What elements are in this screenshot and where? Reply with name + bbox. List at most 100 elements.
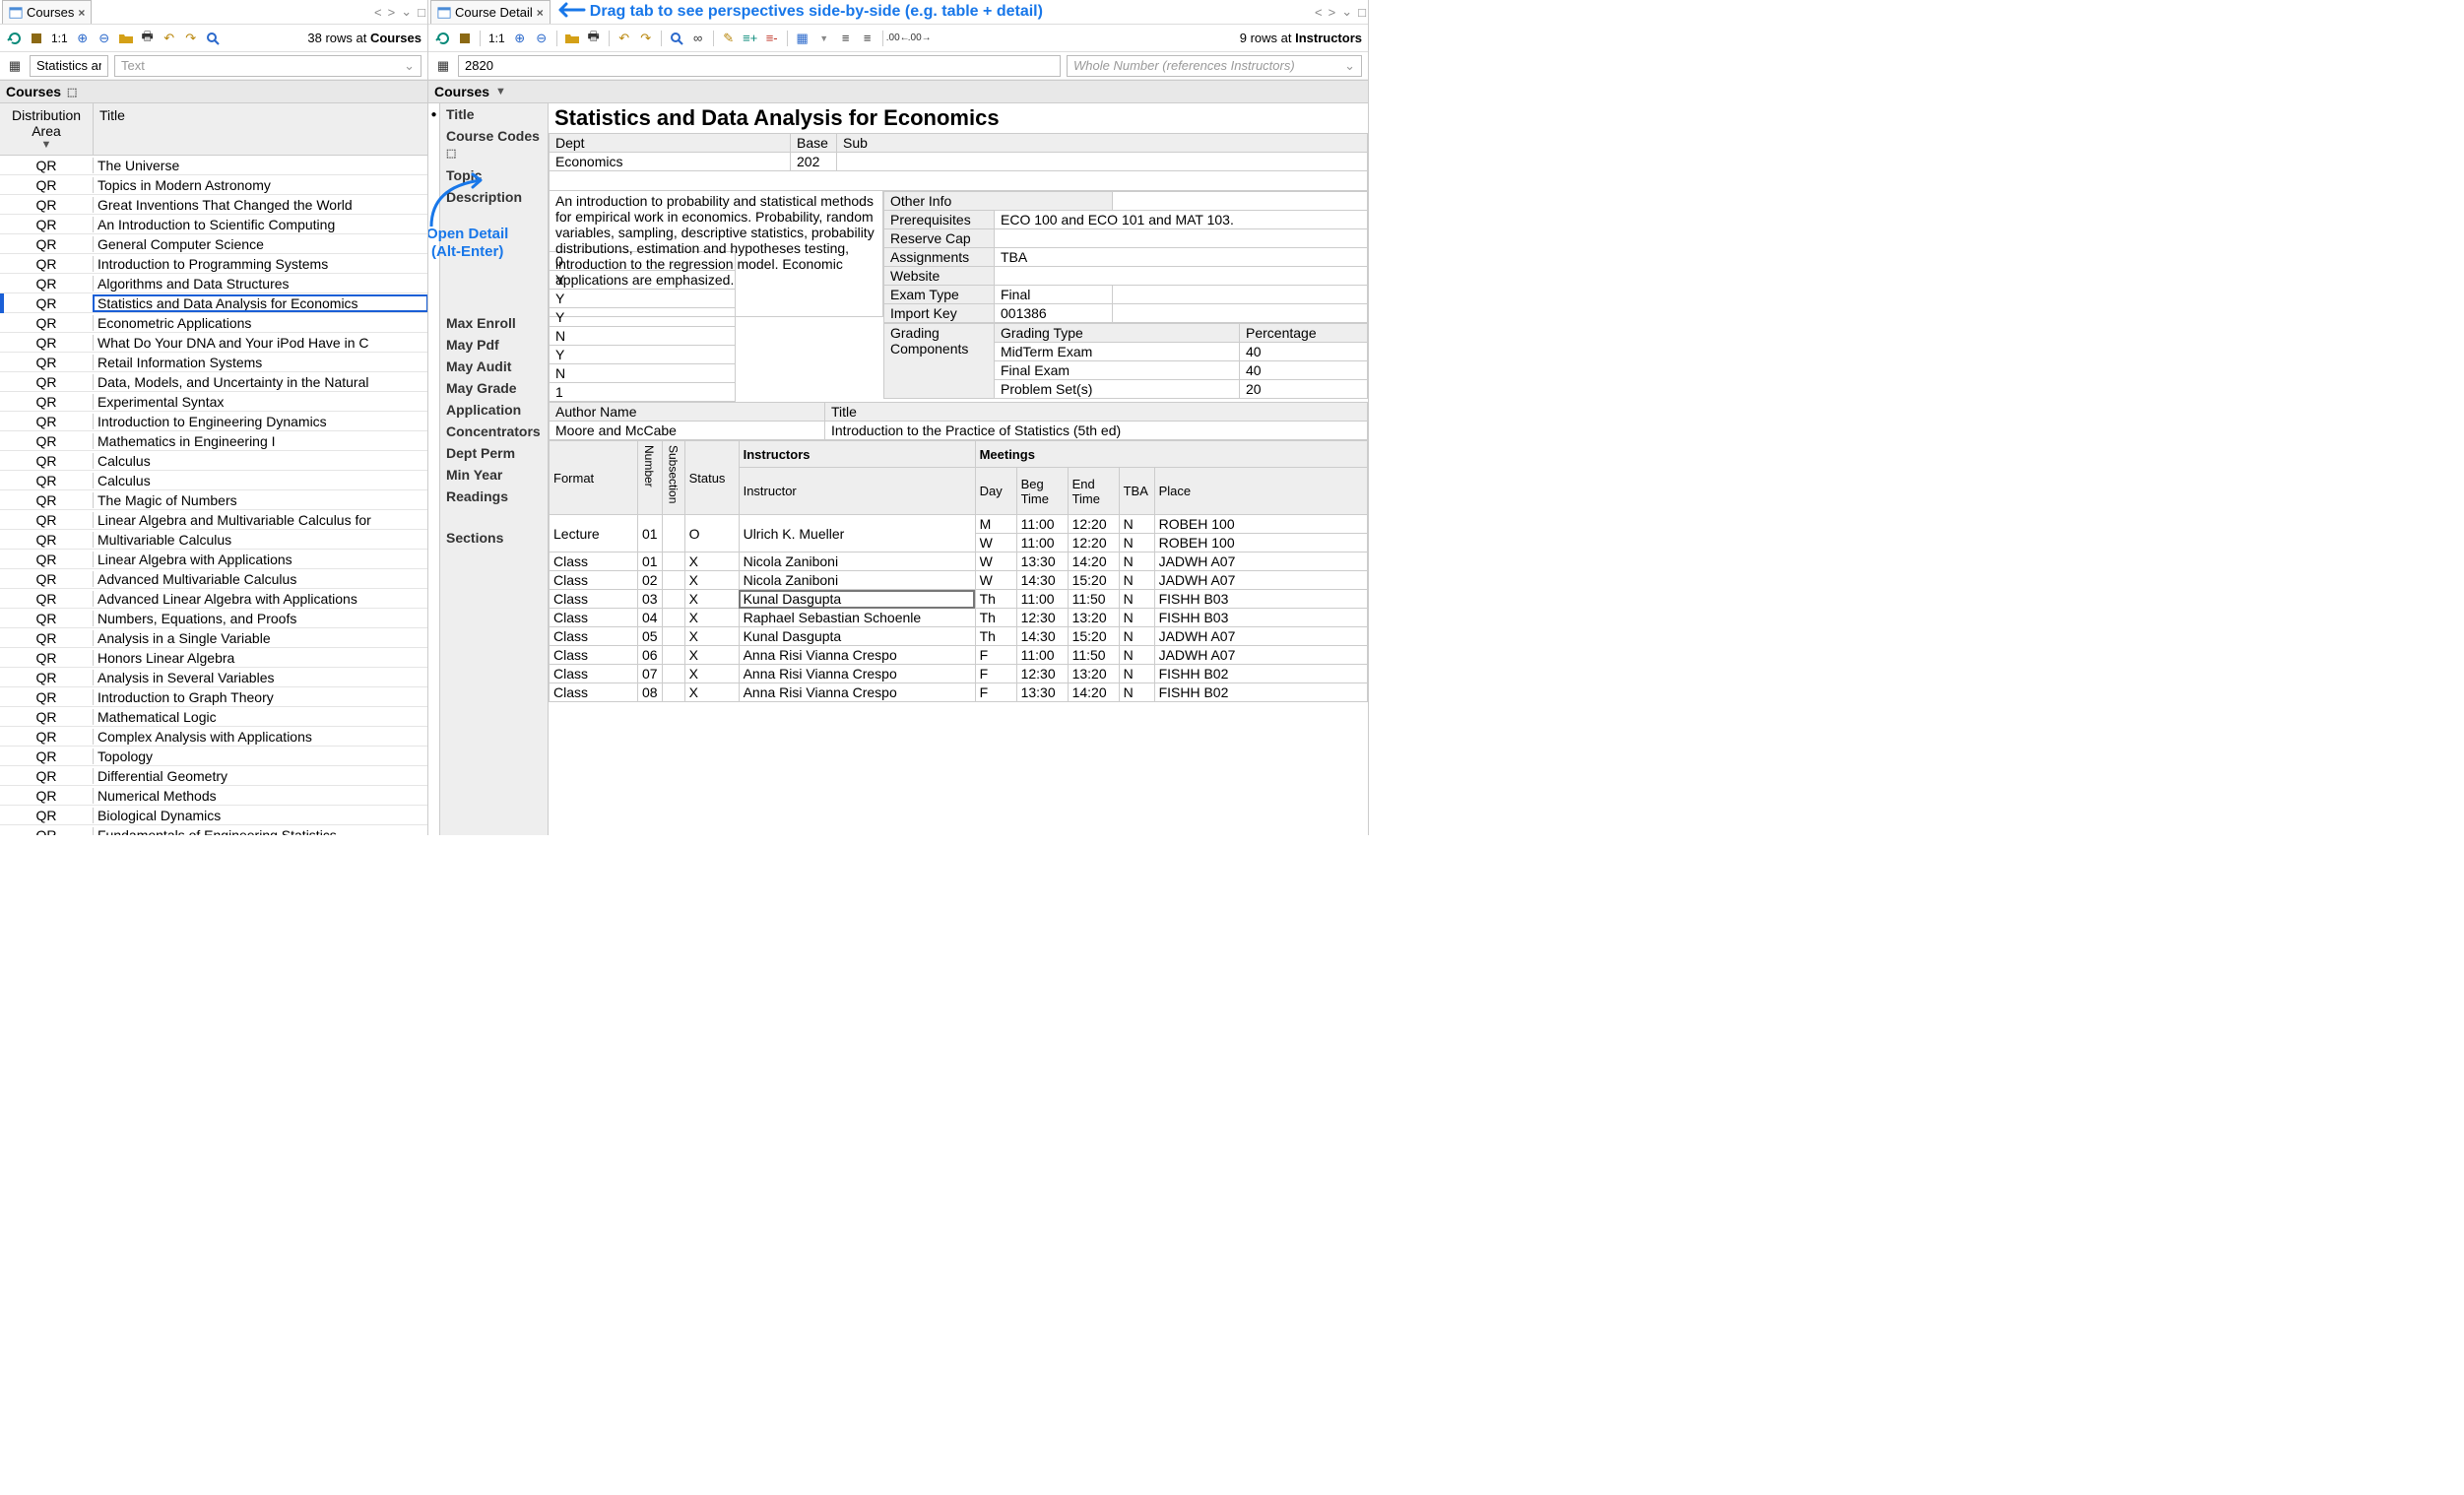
grading-type[interactable]: Final Exam <box>995 361 1240 380</box>
format-cell[interactable]: Lecture <box>550 515 638 552</box>
col-number[interactable]: Number <box>642 443 656 512</box>
col-tba[interactable]: TBA <box>1119 468 1154 515</box>
beg-time-cell[interactable]: 11:00 <box>1016 646 1068 665</box>
dist-cell[interactable]: QR <box>0 512 94 528</box>
instructor-cell[interactable]: Raphael Sebastian Schoenle <box>739 609 975 627</box>
subsection-cell[interactable] <box>662 590 684 609</box>
dist-cell[interactable]: QR <box>0 276 94 292</box>
instructor-cell[interactable]: Nicola Zaniboni <box>739 552 975 571</box>
grading-type[interactable]: MidTerm Exam <box>995 343 1240 361</box>
title-cell[interactable]: Numbers, Equations, and Proofs <box>94 611 427 626</box>
instructor-cell[interactable]: Ulrich K. Mueller <box>739 515 975 552</box>
dist-cell[interactable]: QR <box>0 433 94 449</box>
title-cell[interactable]: Advanced Linear Algebra with Application… <box>94 591 427 607</box>
undo-icon[interactable]: ↶ <box>161 30 178 47</box>
dist-cell[interactable]: QR <box>0 295 94 311</box>
end-time-cell[interactable]: 14:20 <box>1068 552 1119 571</box>
table-row[interactable]: QRHonors Linear Algebra <box>0 648 427 668</box>
place-cell[interactable]: ROBEH 100 <box>1154 515 1367 534</box>
end-time-cell[interactable]: 12:20 <box>1068 515 1119 534</box>
title-cell[interactable]: The Magic of Numbers <box>94 492 427 508</box>
dropdown-icon[interactable]: ⌄ <box>1341 4 1352 20</box>
grading-pct[interactable]: 40 <box>1240 343 1368 361</box>
dist-cell[interactable]: QR <box>0 197 94 213</box>
decimal-dec-icon[interactable]: .00← <box>889 30 907 47</box>
table-row[interactable]: QRNumerical Methods <box>0 786 427 806</box>
beg-time-cell[interactable]: 12:30 <box>1016 609 1068 627</box>
status-cell[interactable]: X <box>684 683 739 702</box>
col-beg[interactable]: Beg Time <box>1016 468 1068 515</box>
dist-cell[interactable]: QR <box>0 768 94 784</box>
title-cell[interactable]: An Introduction to Scientific Computing <box>94 217 427 232</box>
stop-icon[interactable] <box>28 30 45 47</box>
place-cell[interactable]: FISHH B02 <box>1154 683 1367 702</box>
instructor-cell[interactable]: Nicola Zaniboni <box>739 571 975 590</box>
dist-cell[interactable]: QR <box>0 709 94 725</box>
number-cell[interactable]: 02 <box>638 571 663 590</box>
dist-cell[interactable]: QR <box>0 414 94 429</box>
description-value[interactable]: An introduction to probability and stati… <box>549 191 883 317</box>
section-row[interactable]: Class05XKunal DasguptaTh14:3015:20NJADWH… <box>550 627 1368 646</box>
status-cell[interactable]: X <box>684 571 739 590</box>
grading-pct[interactable]: 40 <box>1240 361 1368 380</box>
tab-course-detail[interactable]: Course Detail × <box>430 0 551 24</box>
format-cell[interactable]: Class <box>550 646 638 665</box>
col-status[interactable]: Status <box>684 441 739 515</box>
section-row[interactable]: Class04XRaphael Sebastian SchoenleTh12:3… <box>550 609 1368 627</box>
tba-cell[interactable]: N <box>1119 552 1154 571</box>
title-cell[interactable]: Advanced Multivariable Calculus <box>94 571 427 587</box>
dist-cell[interactable]: QR <box>0 689 94 705</box>
status-cell[interactable]: X <box>684 665 739 683</box>
place-cell[interactable]: JADWH A07 <box>1154 571 1367 590</box>
zoom-ratio[interactable]: 1:1 <box>49 32 70 45</box>
stop-icon[interactable] <box>456 30 474 47</box>
table-row[interactable]: QRLinear Algebra and Multivariable Calcu… <box>0 510 427 530</box>
col-instructor[interactable]: Instructor <box>739 468 975 515</box>
dist-cell[interactable]: QR <box>0 591 94 607</box>
col-end[interactable]: End Time <box>1068 468 1119 515</box>
title-cell[interactable]: Analysis in Several Variables <box>94 670 427 685</box>
table-row[interactable]: QRMathematical Logic <box>0 707 427 727</box>
dropdown-icon[interactable]: ⌄ <box>401 4 412 20</box>
table-row[interactable]: QRGreat Inventions That Changed the Worl… <box>0 195 427 215</box>
col-header-distribution[interactable]: Distribution Area ▼ <box>0 103 94 155</box>
readings-title[interactable]: Introduction to the Practice of Statisti… <box>825 422 1368 440</box>
status-cell[interactable]: X <box>684 590 739 609</box>
place-cell[interactable]: ROBEH 100 <box>1154 534 1367 552</box>
nav-forward-icon[interactable]: > <box>388 5 396 20</box>
table-row[interactable]: QRTopology <box>0 747 427 766</box>
number-cell[interactable]: 01 <box>638 552 663 571</box>
beg-time-cell[interactable]: 11:00 <box>1016 534 1068 552</box>
nav-back-icon[interactable]: < <box>1315 5 1323 20</box>
nav-forward-icon[interactable]: > <box>1329 5 1336 20</box>
day-cell[interactable]: Th <box>975 609 1016 627</box>
subsection-cell[interactable] <box>662 646 684 665</box>
title-cell[interactable]: Analysis in a Single Variable <box>94 630 427 646</box>
col-place[interactable]: Place <box>1154 468 1367 515</box>
instructor-cell[interactable]: Anna Risi Vianna Crespo <box>739 665 975 683</box>
format-cell[interactable]: Class <box>550 627 638 646</box>
section-row[interactable]: Class07XAnna Risi Vianna CrespoF12:3013:… <box>550 665 1368 683</box>
title-cell[interactable]: Differential Geometry <box>94 768 427 784</box>
title-cell[interactable]: Numerical Methods <box>94 788 427 804</box>
beg-time-cell[interactable]: 13:30 <box>1016 552 1068 571</box>
day-cell[interactable]: W <box>975 534 1016 552</box>
table-row[interactable]: QRBiological Dynamics <box>0 806 427 825</box>
title-cell[interactable]: Statistics and Data Analysis for Economi… <box>94 295 427 311</box>
sub-value[interactable] <box>837 153 1368 171</box>
subsection-cell[interactable] <box>662 627 684 646</box>
refresh-icon[interactable] <box>6 30 24 47</box>
tba-cell[interactable]: N <box>1119 646 1154 665</box>
tba-cell[interactable]: N <box>1119 683 1154 702</box>
number-cell[interactable]: 04 <box>638 609 663 627</box>
table-row[interactable]: QRMathematics in Engineering I <box>0 431 427 451</box>
table-row[interactable]: QRAnalysis in a Single Variable <box>0 628 427 648</box>
place-cell[interactable]: JADWH A07 <box>1154 646 1367 665</box>
status-cell[interactable]: O <box>684 515 739 552</box>
col-header-title[interactable]: Title <box>94 103 427 155</box>
chevron-down-icon[interactable]: ▼ <box>815 30 833 47</box>
dist-cell[interactable]: QR <box>0 552 94 567</box>
table-row[interactable]: QRCalculus <box>0 471 427 490</box>
table-row[interactable]: QRAdvanced Multivariable Calculus <box>0 569 427 589</box>
format-cell[interactable]: Class <box>550 665 638 683</box>
